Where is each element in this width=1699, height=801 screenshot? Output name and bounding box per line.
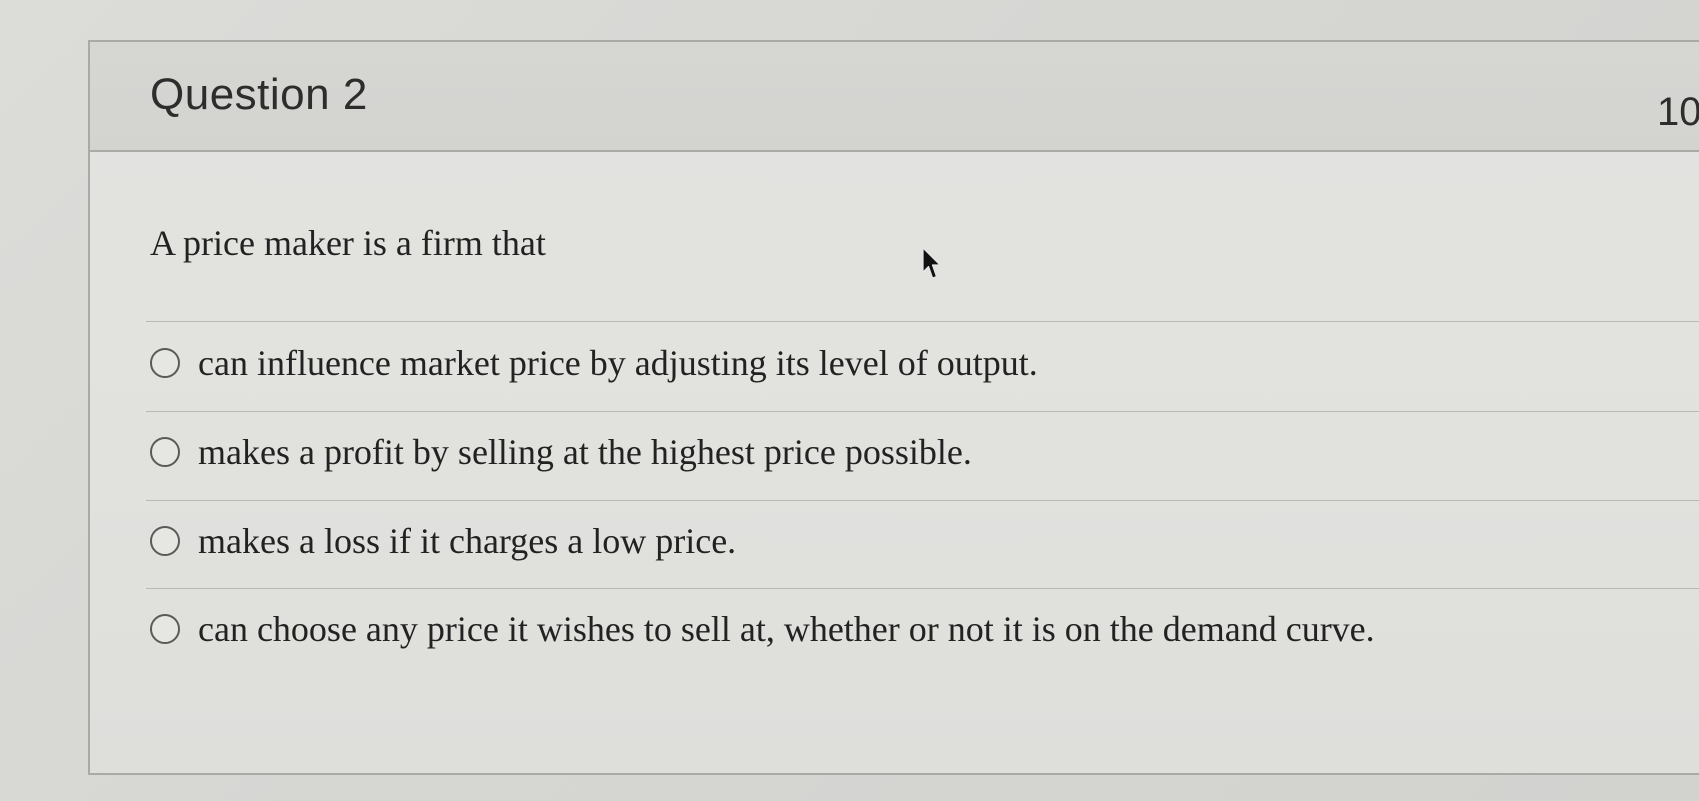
mouse-pointer-icon	[922, 247, 941, 279]
divider	[146, 411, 1699, 412]
answer-option-label: can choose any price it wishes to sell a…	[198, 609, 1375, 649]
answer-option-label: can influence market price by adjusting …	[198, 343, 1038, 383]
question-text: A price maker is a firm that	[150, 223, 546, 263]
divider	[146, 500, 1699, 501]
answer-option-3[interactable]: makes a loss if it charges a low price.	[150, 520, 736, 562]
answer-option-2[interactable]: makes a profit by selling at the highest…	[150, 431, 972, 473]
question-card: Question 2 10 A price maker is a firm th…	[88, 40, 1699, 775]
divider	[146, 588, 1699, 589]
radio-button[interactable]	[150, 526, 180, 556]
answer-option-label: makes a loss if it charges a low price.	[198, 521, 737, 561]
answer-option-4[interactable]: can choose any price it wishes to sell a…	[150, 608, 1375, 650]
radio-button[interactable]	[150, 437, 180, 467]
answer-option-label: makes a profit by selling at the highest…	[198, 432, 972, 472]
question-title: Question 2	[150, 70, 368, 119]
question-header: Question 2 10	[90, 42, 1699, 152]
radio-button[interactable]	[150, 348, 180, 378]
divider	[146, 321, 1699, 322]
answer-option-1[interactable]: can influence market price by adjusting …	[150, 342, 1038, 384]
question-points: 10	[1657, 90, 1699, 134]
radio-button[interactable]	[150, 614, 180, 644]
